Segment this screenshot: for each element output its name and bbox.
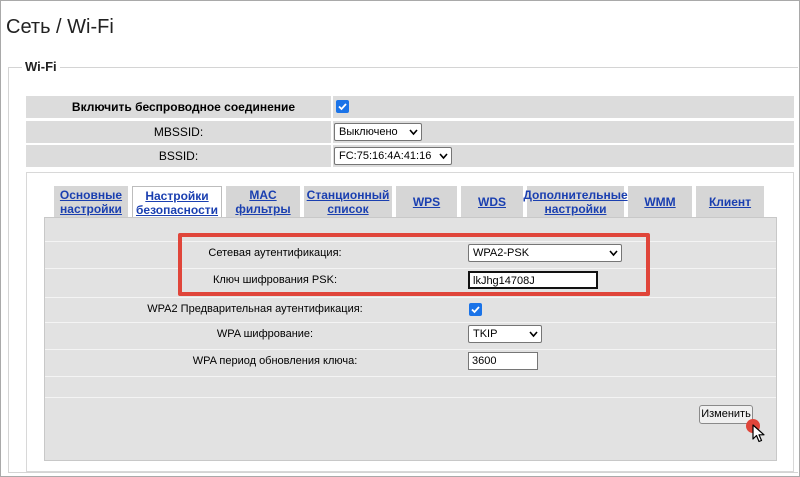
enable-wireless-label: Включить беспроводное соединение	[26, 96, 331, 118]
highlight-frame	[178, 233, 650, 296]
tab-wmm[interactable]: WMM	[628, 186, 692, 217]
chevron-down-icon	[529, 331, 538, 338]
mbssid-value-cell: Выключено	[333, 121, 794, 143]
tab-label-line1: MAC	[249, 187, 277, 202]
cipher-selected-value: TKIP	[473, 328, 498, 340]
tab-label-line2: настройки	[544, 201, 607, 216]
tab-label-line1: Клиент	[708, 194, 752, 209]
tab-wps[interactable]: WPS	[396, 186, 457, 217]
tab-label-line1: WDS	[478, 194, 506, 209]
tab-basic-settings[interactable]: Основные настройки	[54, 186, 128, 217]
cipher-row: WPA шифрование: TKIP	[45, 322, 776, 344]
preauth-checkbox[interactable]	[469, 303, 482, 316]
tab-label-line1: Станционный	[306, 187, 390, 202]
tab-label-line2: настройки	[60, 201, 122, 216]
preauth-row: WPA2 Предварительная аутентификация:	[45, 297, 776, 319]
tab-label-line2: фильтры	[235, 201, 291, 216]
cipher-select[interactable]: TKIP	[468, 325, 542, 343]
bssid-label: BSSID:	[26, 145, 331, 167]
cipher-label: WPA шифрование:	[216, 328, 314, 340]
chevron-down-icon	[439, 153, 448, 160]
mbssid-select[interactable]: Выключено	[334, 123, 422, 141]
enable-wireless-checkbox[interactable]	[336, 100, 349, 113]
rekey-label: WPA период обновления ключа:	[192, 355, 358, 367]
tab-label-line1: WMM	[644, 194, 676, 209]
rekey-input[interactable]: 3600	[468, 352, 538, 370]
tab-label-line1: Настройки	[145, 188, 209, 203]
page-title: Сеть / Wi-Fi	[6, 16, 114, 38]
tab-label-line1: Дополнительные	[523, 187, 628, 202]
enable-wireless-row: Включить беспроводное соединение	[26, 96, 794, 118]
preauth-label: WPA2 Предварительная аутентификация:	[147, 303, 363, 315]
tab-wds[interactable]: WDS	[461, 186, 523, 217]
bssid-selected-value: FC:75:16:4A:41:16	[339, 150, 432, 162]
tab-station-list[interactable]: Станционный список	[304, 186, 392, 217]
mbssid-row: MBSSID: Выключено	[26, 121, 794, 143]
bssid-value-cell: FC:75:16:4A:41:16	[333, 145, 794, 167]
tab-label-line1: Основные	[59, 187, 123, 202]
change-button[interactable]: Изменить	[699, 405, 753, 424]
tab-mac-filters[interactable]: MAC фильтры	[226, 186, 300, 217]
bssid-row: BSSID: FC:75:16:4A:41:16	[26, 145, 794, 167]
chevron-down-icon	[409, 129, 418, 136]
rekey-value: 3600	[472, 355, 497, 367]
mbssid-label: MBSSID:	[26, 121, 331, 143]
checkmark-icon	[471, 306, 480, 314]
empty-row	[45, 376, 776, 398]
mouse-cursor-icon	[752, 424, 765, 443]
action-row	[45, 397, 776, 437]
mbssid-selected-value: Выключено	[339, 126, 398, 138]
tab-client[interactable]: Клиент	[696, 186, 764, 217]
tab-advanced-settings[interactable]: Дополнительные настройки	[523, 186, 628, 217]
tab-label-line1: WPS	[412, 194, 441, 209]
checkmark-icon	[338, 103, 347, 111]
tab-security-settings[interactable]: Настройки безопасности	[132, 186, 222, 218]
enable-wireless-value-cell	[333, 96, 794, 118]
bssid-select[interactable]: FC:75:16:4A:41:16	[334, 147, 452, 165]
tab-label-line2: безопасности	[135, 202, 219, 217]
rekey-row: WPA период обновления ключа: 3600	[45, 349, 776, 371]
tab-label-line2: список	[327, 201, 369, 216]
wifi-legend: Wi-Fi	[22, 59, 60, 74]
